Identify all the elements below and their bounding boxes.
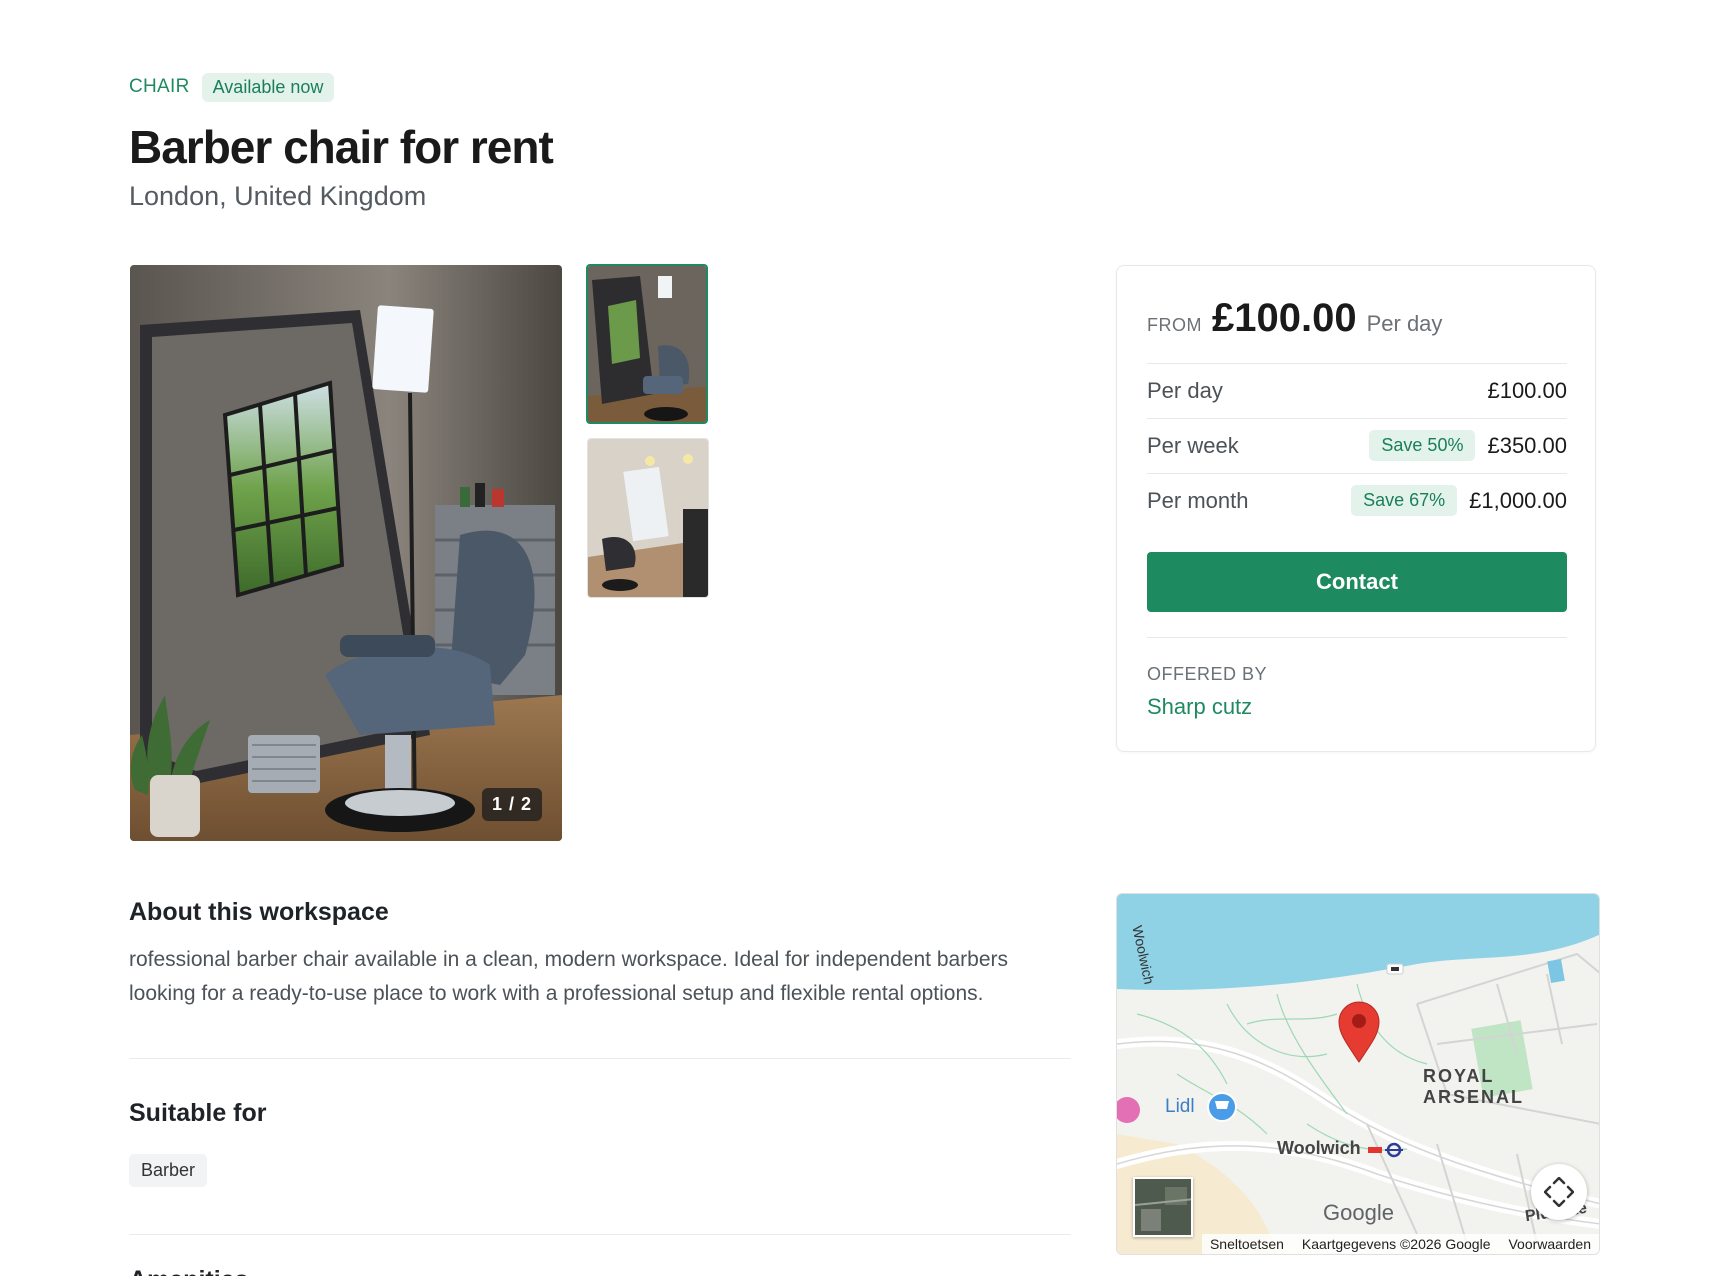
location-text: London, United Kingdom	[129, 181, 427, 211]
map-footer: Sneltoetsen Kaartgegevens ©2026 Google V…	[1201, 1234, 1599, 1254]
section-divider	[129, 1058, 1071, 1059]
thumbnail-2[interactable]	[587, 438, 709, 598]
rate-label: Per month	[1147, 487, 1249, 513]
offered-by-link[interactable]: Sharp cutz	[1147, 694, 1252, 720]
save-badge: Save 50%	[1369, 430, 1476, 461]
suitable-heading: Suitable for	[129, 1099, 267, 1127]
category-label: CHAIR	[129, 76, 190, 97]
from-price-row: FROM £100.00 Per day	[1147, 296, 1442, 341]
contact-button[interactable]: Contact	[1147, 552, 1567, 612]
location-map[interactable]: Woolwich ROYAL ARSENAL Lidl Woolwich Plu…	[1116, 893, 1600, 1255]
rate-price: £350.00	[1487, 432, 1567, 458]
rate-row-month: Per month Save 67% £1,000.00	[1147, 473, 1567, 527]
rate-label: Per day	[1147, 377, 1223, 403]
about-heading: About this workspace	[129, 898, 389, 926]
tag-row: CHAIR Available now	[129, 72, 1029, 102]
barber-chair-photo	[130, 265, 562, 841]
fullscreen-button[interactable]	[1531, 1164, 1587, 1220]
map-data-credit: Kaartgegevens ©2026 Google	[1301, 1236, 1491, 1252]
satellite-icon	[1135, 1179, 1191, 1235]
offered-by-label: OFFERED BY	[1147, 664, 1268, 684]
about-section: About this workspace rofessional barber …	[129, 898, 1074, 1011]
google-logo: Google	[1323, 1200, 1394, 1225]
card-divider	[1147, 637, 1567, 638]
section-divider	[129, 1234, 1071, 1235]
photo-counter: 1 / 2	[481, 788, 542, 821]
expand-arrows-icon	[1544, 1177, 1574, 1207]
rate-price: £1,000.00	[1469, 487, 1567, 513]
thumbnail-image	[588, 439, 708, 597]
satellite-toggle[interactable]	[1133, 1177, 1193, 1237]
thumbnail-1[interactable]	[586, 264, 708, 424]
listing-header: CHAIR Available now Barber chair for ren…	[129, 72, 1029, 212]
main-photo[interactable]: 1 / 2	[130, 265, 562, 841]
map-label-royal-arsenal: ROYAL ARSENAL	[1423, 1066, 1525, 1107]
map-label-lidl: Lidl	[1165, 1096, 1195, 1117]
rate-row-day: Per day £100.00	[1147, 363, 1567, 417]
from-unit: Per day	[1366, 311, 1443, 336]
map-shortcuts-link[interactable]: Sneltoetsen	[1210, 1236, 1284, 1252]
map-label-station: Woolwich	[1277, 1138, 1361, 1158]
suitable-section: Suitable for Barber	[129, 1099, 267, 1187]
rate-row-week: Per week Save 50% £350.00	[1147, 418, 1567, 472]
page-title: Barber chair for rent	[129, 121, 554, 173]
availability-badge: Available now	[201, 72, 335, 102]
from-label: FROM	[1147, 315, 1202, 335]
suitable-chip: Barber	[129, 1154, 208, 1187]
rate-label: Per week	[1147, 432, 1239, 458]
rate-price: £100.00	[1487, 377, 1567, 403]
save-badge: Save 67%	[1351, 485, 1458, 516]
about-text: rofessional barber chair available in a …	[129, 948, 1009, 1005]
thumbnail-image	[588, 266, 706, 422]
amenities-heading: Amenities	[129, 1266, 248, 1276]
pricing-card: FROM £100.00 Per day Per day £100.00 Per…	[1116, 265, 1596, 752]
from-price: £100.00	[1212, 296, 1357, 340]
map-terms-link[interactable]: Voorwaarden	[1508, 1236, 1591, 1252]
